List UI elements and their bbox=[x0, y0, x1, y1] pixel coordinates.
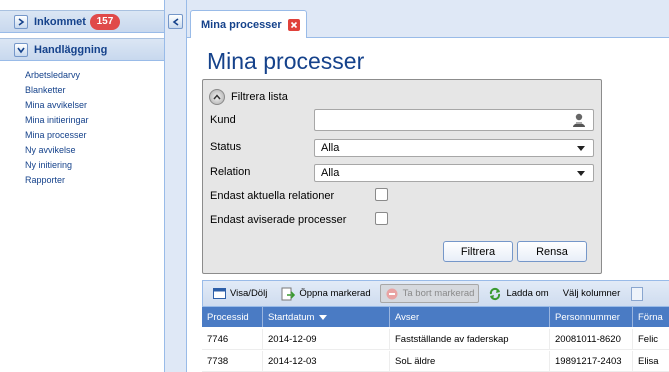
reload-label: Ladda om bbox=[506, 288, 549, 299]
column-header-fornamn[interactable]: Förna bbox=[633, 307, 669, 327]
column-header-processid[interactable]: Processid bbox=[202, 307, 263, 327]
filter-button[interactable]: Filtrera bbox=[443, 241, 513, 262]
cell-fornamn: Felic bbox=[638, 334, 659, 345]
cell-avser: SoL äldre bbox=[390, 351, 550, 372]
open-selected-label: Öppna markerad bbox=[299, 288, 371, 299]
column-header-startdatum[interactable]: Startdatum bbox=[263, 307, 390, 327]
collapse-column bbox=[165, 0, 187, 372]
refresh-icon bbox=[488, 287, 502, 300]
grid-toolbar: Visa/Dölj Öppna markerad Ta bort markera… bbox=[202, 280, 669, 307]
column-title: Personnummer bbox=[555, 311, 620, 323]
nav-list: Arbetsledarvy Blanketter Mina avvikelser… bbox=[25, 68, 89, 188]
show-hide-button[interactable]: Visa/Dölj bbox=[207, 284, 272, 303]
nav-link-mina-avvikelser[interactable]: Mina avvikelser bbox=[25, 98, 89, 113]
cell-personnummer: 19891217-2403 bbox=[550, 351, 633, 372]
filter-title: Filtrera lista bbox=[231, 91, 288, 103]
more-button[interactable] bbox=[629, 284, 649, 303]
close-icon[interactable] bbox=[287, 19, 300, 31]
column-title: Startdatum bbox=[268, 311, 315, 323]
cell-startdatum: 2014-12-03 bbox=[263, 351, 390, 372]
column-title: Processid bbox=[207, 311, 249, 323]
column-header-avser[interactable]: Avser bbox=[390, 307, 550, 327]
section-title: Inkommet bbox=[34, 15, 86, 28]
cell-fornamn: Elisa bbox=[638, 356, 659, 367]
person-search-icon[interactable] bbox=[571, 112, 587, 128]
kund-input[interactable] bbox=[314, 109, 594, 131]
cell-personnummer: 20081011-8620 bbox=[550, 329, 633, 350]
expand-icon[interactable] bbox=[14, 14, 28, 29]
window-icon bbox=[212, 287, 226, 300]
delete-selected-button[interactable]: Ta bort markerad bbox=[379, 284, 480, 303]
cell-processid: 7738 bbox=[202, 351, 263, 372]
page-icon bbox=[630, 286, 644, 301]
delete-icon bbox=[385, 287, 399, 300]
dropdown-arrow-icon bbox=[577, 171, 585, 176]
tab-strip: Mina processer bbox=[187, 0, 669, 39]
endast-relationer-label: Endast aktuella relationer bbox=[210, 190, 335, 202]
endast-aviserade-checkbox[interactable] bbox=[375, 212, 388, 225]
nav-link-blanketter[interactable]: Blanketter bbox=[25, 83, 89, 98]
nav-link-ny-initiering[interactable]: Ny initiering bbox=[25, 158, 89, 173]
kund-label: Kund bbox=[210, 114, 236, 126]
chevron-left-icon bbox=[172, 17, 178, 26]
delete-selected-label: Ta bort markerad bbox=[402, 288, 475, 299]
status-label: Status bbox=[210, 141, 242, 153]
column-title: Förna bbox=[638, 311, 663, 323]
cell-avser: Fastställande av faderskap bbox=[390, 329, 550, 350]
endast-aviserade-label: Endast aviserade processer bbox=[210, 214, 347, 226]
nav-link-mina-initieringar[interactable]: Mina initieringar bbox=[25, 113, 89, 128]
cell-processid: 7746 bbox=[202, 329, 263, 350]
relation-value: Alla bbox=[321, 167, 340, 179]
nav-link-ny-avvikelse[interactable]: Ny avvikelse bbox=[25, 143, 89, 158]
reset-button[interactable]: Rensa bbox=[517, 241, 587, 262]
grid-header: Processid Startdatum Avser Personnummer … bbox=[202, 307, 669, 327]
filter-panel: Filtrera lista Kund Status Alla Relation… bbox=[202, 79, 602, 274]
count-badge: 157 bbox=[89, 13, 120, 30]
sort-desc-icon bbox=[319, 314, 328, 320]
column-title: Avser bbox=[395, 311, 420, 323]
show-hide-label: Visa/Dölj bbox=[230, 288, 268, 299]
status-select[interactable]: Alla bbox=[314, 139, 594, 157]
tab-label: Mina processer bbox=[201, 19, 282, 31]
choose-columns-label: Välj kolumner bbox=[562, 288, 621, 299]
page-title: Mina processer bbox=[207, 48, 365, 74]
collapse-sidebar-button[interactable] bbox=[168, 14, 183, 29]
section-title: Handläggning bbox=[34, 43, 108, 56]
sidebar: Inkommet 157 Handläggning Arbetsledarvy … bbox=[0, 0, 165, 372]
endast-relationer-checkbox[interactable] bbox=[375, 188, 388, 201]
choose-columns-button[interactable]: Välj kolumner bbox=[558, 284, 626, 303]
status-value: Alla bbox=[321, 142, 340, 154]
filter-header[interactable]: Filtrera lista bbox=[209, 89, 288, 105]
section-handlaggning[interactable]: Handläggning bbox=[0, 38, 164, 61]
relation-select[interactable]: Alla bbox=[314, 164, 594, 182]
relation-label: Relation bbox=[210, 166, 251, 178]
table-row[interactable]: 7746 2014-12-09 Fastställande av fadersk… bbox=[202, 329, 669, 350]
open-doc-icon bbox=[281, 287, 296, 300]
reload-button[interactable]: Ladda om bbox=[483, 284, 553, 303]
cell-startdatum: 2014-12-09 bbox=[263, 329, 390, 350]
nav-link-rapporter[interactable]: Rapporter bbox=[25, 173, 89, 188]
collapse-icon[interactable] bbox=[14, 42, 28, 57]
nav-link-mina-processer[interactable]: Mina processer bbox=[25, 128, 89, 143]
tab-mina-processer[interactable]: Mina processer bbox=[190, 10, 307, 39]
dropdown-arrow-icon bbox=[577, 146, 585, 151]
section-inkommet[interactable]: Inkommet 157 bbox=[0, 10, 164, 33]
collapse-up-icon[interactable] bbox=[209, 89, 225, 105]
main-content: Mina processer Filtrera lista Kund Statu… bbox=[187, 38, 669, 372]
nav-link-arbetsledarvy[interactable]: Arbetsledarvy bbox=[25, 68, 89, 83]
open-selected-button[interactable]: Öppna markerad bbox=[276, 284, 375, 303]
column-header-personnummer[interactable]: Personnummer bbox=[550, 307, 633, 327]
table-row[interactable]: 7738 2014-12-03 SoL äldre 19891217-2403 … bbox=[202, 351, 669, 372]
